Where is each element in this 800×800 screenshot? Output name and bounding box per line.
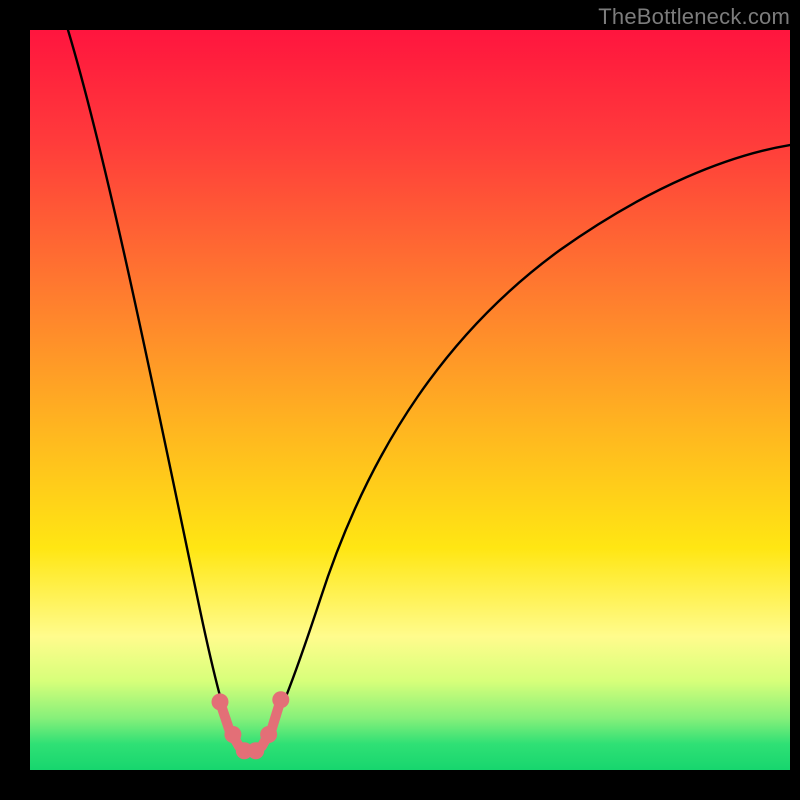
trough-marker-dot [224,726,241,743]
trough-marker-dot [272,691,289,708]
watermark-label: TheBottleneck.com [598,4,790,30]
trough-marker-dot [260,726,277,743]
gradient-background [30,30,790,770]
bottleneck-chart [0,0,800,800]
trough-marker-dot [247,742,264,759]
trough-marker-dot [212,693,229,710]
chart-stage: TheBottleneck.com [0,0,800,800]
